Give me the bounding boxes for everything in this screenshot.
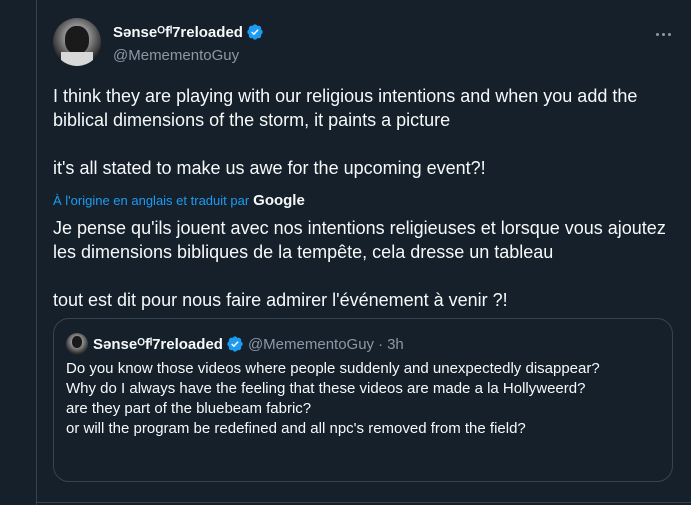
quoted-line: Why do I always have the feeling that th… [66,380,586,397]
verified-badge-icon [247,24,263,40]
quoted-handle: @MemementoGuy [247,335,375,353]
quoted-tweet[interactable]: Sənseᴼfˡ7reloaded @MemementoGuy · 3h Do … [53,318,673,482]
quoted-separator: · [378,335,384,353]
more-dot [655,32,659,36]
author-display-name[interactable]: Sənseᴼfˡ7reloaded [113,24,243,41]
quoted-avatar-face [72,336,82,348]
tweet-text: I think they are playing with our religi… [53,84,673,180]
tweet-paragraph: it's all stated to make us awe for the u… [53,158,486,178]
translated-paragraph: tout est dit pour nous faire admirer l'é… [53,290,508,310]
author-name-row: Sənseᴼfˡ7reloaded [113,23,264,41]
quoted-line: are they part of the bluebeam fabric? [66,400,312,417]
quoted-display-name: Sənseᴼfˡ7reloaded [93,335,223,353]
translated-text: Je pense qu'ils jouent avec nos intentio… [53,216,673,312]
quoted-line: or will the program be redefined and all… [66,420,526,437]
tweet-header: Sənseᴼfˡ7reloaded @MemementoGuy [53,18,673,68]
translation-note[interactable]: À l'origine en anglais et traduit par Go… [53,192,305,209]
verified-badge-icon [227,336,243,352]
tweet-divider [37,502,691,503]
quoted-tweet-header: Sənseᴼfˡ7reloaded @MemementoGuy · 3h [66,333,404,355]
translated-paragraph: Je pense qu'ils jouent avec nos intentio… [53,218,666,262]
tweet: Sənseᴼfˡ7reloaded @MemementoGuy I think … [37,0,691,505]
tweet-paragraph: I think they are playing with our religi… [53,86,638,130]
google-logo: Google [253,192,305,209]
quoted-timestamp[interactable]: 3h [387,336,404,353]
quoted-line: Do you know those videos where people su… [66,360,600,377]
more-dot [661,32,665,36]
author-handle[interactable]: @MemementoGuy [113,47,239,64]
avatar[interactable] [53,18,101,66]
more-horizontal-icon[interactable] [653,24,673,44]
avatar-face [65,26,89,54]
avatar-shirt [61,52,93,66]
quoted-avatar [66,333,88,355]
more-dot [667,32,671,36]
translation-note-label: À l'origine en anglais et traduit par [53,193,250,208]
quoted-tweet-text: Do you know those videos where people su… [66,359,656,439]
